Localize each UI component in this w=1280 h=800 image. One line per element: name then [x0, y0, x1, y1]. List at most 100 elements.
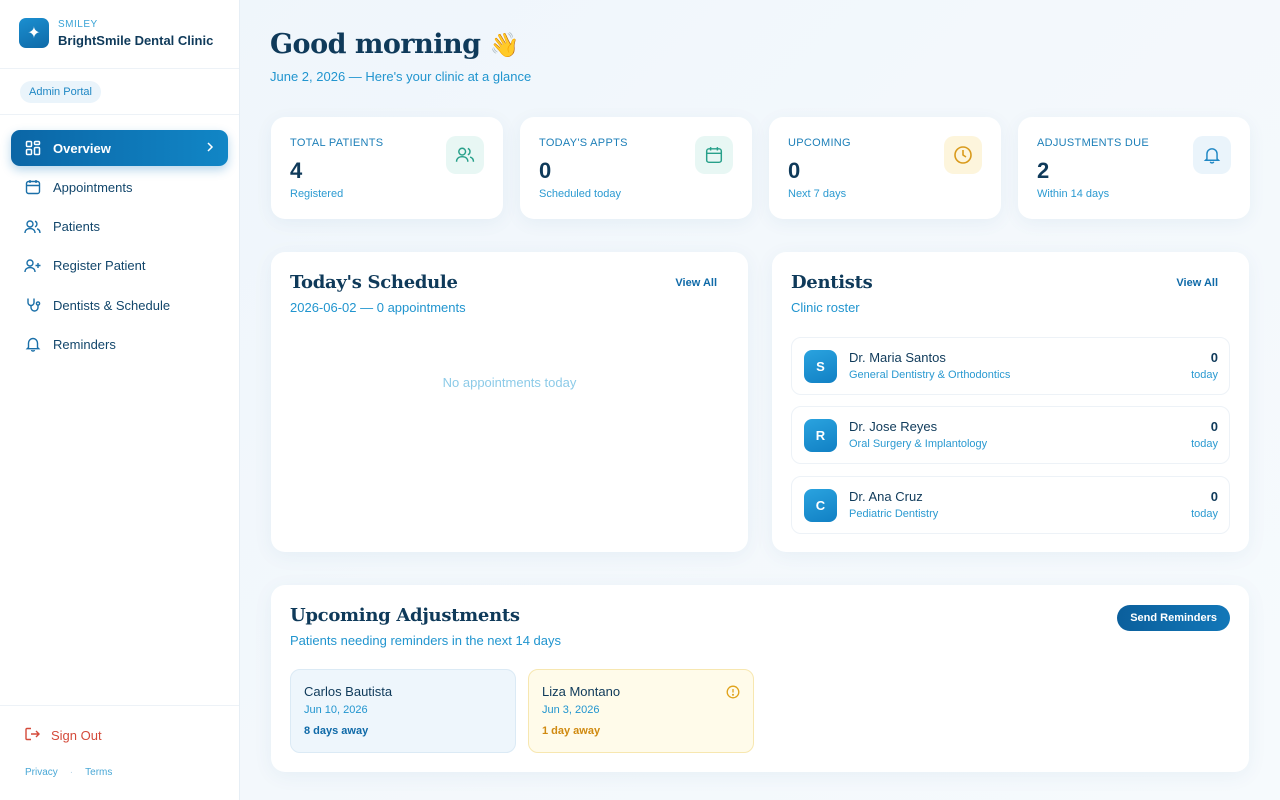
page-subtitle: June 2, 2026 — Here's your clinic at a g…	[270, 69, 532, 84]
separator-dot: ·	[69, 767, 74, 778]
days-away: 1 day away	[542, 725, 601, 737]
stat-label: UPCOMING	[788, 137, 851, 149]
dentist-specialty: Oral Surgery & Implantology	[849, 438, 988, 450]
dentist-name: Dr. Maria Santos	[849, 350, 946, 365]
divider	[0, 68, 239, 69]
dentist-specialty: General Dentistry & Orthodontics	[849, 369, 1011, 381]
bell-icon	[1193, 136, 1231, 174]
stat-value: 0	[788, 158, 801, 183]
dentist-name: Dr. Ana Cruz	[849, 489, 923, 504]
sidebar-item-overview[interactable]: Overview	[11, 130, 228, 166]
sidebar-item-label: Reminders	[53, 336, 116, 352]
calendar-icon	[695, 136, 733, 174]
view-all-link[interactable]: View All	[675, 277, 717, 289]
logout-icon	[24, 726, 41, 745]
sidebar-item-label: Register Patient	[53, 258, 146, 274]
dentist-row[interactable]: R Dr. Jose Reyes Oral Surgery & Implanto…	[791, 406, 1230, 464]
sidebar-nav: Overview Appointments Patients Register …	[11, 130, 228, 366]
dentist-row[interactable]: C Dr. Ana Cruz Pediatric Dentistry 0 tod…	[791, 476, 1230, 534]
patient-name: Carlos Bautista	[304, 684, 393, 699]
stat-value: 4	[290, 158, 303, 183]
sidebar-item-label: Patients	[53, 219, 100, 235]
page-title: Good morning 👋	[270, 29, 519, 60]
upcoming-adjustments-card: Upcoming Adjustments Patients needing re…	[271, 585, 1249, 772]
sidebar-item-register-patient[interactable]: Register Patient	[11, 248, 228, 284]
send-reminders-button[interactable]: Send Reminders	[1117, 605, 1230, 631]
footer-links: Privacy · Terms	[25, 767, 112, 778]
adjustment-item[interactable]: Liza Montano Jun 3, 2026 1 day away	[528, 669, 754, 753]
adjustment-date: Jun 10, 2026	[304, 704, 368, 716]
dentist-specialty: Pediatric Dentistry	[849, 508, 939, 520]
card-title: Today's Schedule	[290, 272, 458, 293]
sign-out-label: Sign Out	[51, 728, 102, 743]
stat-card-upcoming[interactable]: UPCOMING 0 Next 7 days	[769, 117, 1001, 219]
todays-schedule-card: Today's Schedule 2026-06-02 — 0 appointm…	[271, 252, 748, 552]
stat-card-todays-appts[interactable]: TODAY'S APPTS 0 Scheduled today	[520, 117, 752, 219]
card-title: Upcoming Adjustments	[290, 605, 520, 626]
calendar-icon	[24, 179, 41, 196]
appointment-count: 0	[1210, 350, 1218, 365]
sidebar-item-dentists-schedule[interactable]: Dentists & Schedule	[11, 287, 228, 323]
divider	[0, 705, 239, 706]
stat-label: TOTAL PATIENTS	[290, 137, 384, 149]
bell-icon	[24, 336, 41, 353]
adjustment-date: Jun 3, 2026	[542, 704, 600, 716]
days-away: 8 days away	[304, 725, 369, 737]
count-unit: today	[1191, 369, 1218, 381]
stat-note: Within 14 days	[1037, 188, 1110, 200]
sidebar-item-patients[interactable]: Patients	[11, 209, 228, 245]
alert-circle-icon	[726, 685, 740, 699]
user-plus-icon	[24, 257, 41, 274]
terms-link[interactable]: Terms	[85, 767, 112, 778]
card-subtitle: 2026-06-02 — 0 appointments	[290, 300, 466, 315]
avatar: R	[804, 419, 837, 452]
sidebar-item-label: Overview	[53, 140, 111, 156]
sidebar: ✦ SMILEY BrightSmile Dental Clinic Admin…	[0, 0, 240, 800]
sparkle-logo-icon: ✦	[19, 18, 49, 48]
brand-name: BrightSmile Dental Clinic	[58, 32, 214, 48]
clock-icon	[944, 136, 982, 174]
portal-badge: Admin Portal	[20, 81, 101, 103]
greeting-text: Good morning	[270, 29, 481, 60]
brand-subtitle: SMILEY	[58, 18, 98, 30]
wave-emoji: 👋	[489, 30, 519, 59]
sidebar-item-label: Appointments	[53, 179, 133, 195]
users-icon	[24, 218, 41, 235]
sidebar-item-reminders[interactable]: Reminders	[11, 326, 228, 362]
avatar: S	[804, 350, 837, 383]
dentists-card: Dentists Clinic roster View All S Dr. Ma…	[772, 252, 1249, 552]
avatar: C	[804, 489, 837, 522]
stat-note: Registered	[290, 188, 344, 200]
stat-value: 0	[539, 158, 552, 183]
card-title: Dentists	[791, 272, 873, 293]
stat-note: Scheduled today	[539, 188, 621, 200]
empty-state: No appointments today	[442, 375, 577, 390]
appointment-count: 0	[1210, 489, 1218, 504]
dentist-name: Dr. Jose Reyes	[849, 419, 938, 434]
stat-label: TODAY'S APPTS	[539, 137, 628, 149]
patient-name: Liza Montano	[542, 684, 621, 699]
stat-label: ADJUSTMENTS DUE	[1037, 137, 1150, 149]
stat-value: 2	[1037, 158, 1050, 183]
grid-icon	[24, 140, 41, 157]
adjustment-item[interactable]: Carlos Bautista Jun 10, 2026 8 days away	[290, 669, 516, 753]
sidebar-item-appointments[interactable]: Appointments	[11, 169, 228, 205]
appointment-count: 0	[1210, 419, 1218, 434]
view-all-link[interactable]: View All	[1176, 277, 1218, 289]
count-unit: today	[1191, 508, 1218, 520]
divider	[0, 114, 239, 115]
stat-card-adjustments-due[interactable]: ADJUSTMENTS DUE 2 Within 14 days	[1018, 117, 1250, 219]
sign-out-button[interactable]: Sign Out	[24, 726, 102, 745]
users-icon	[446, 136, 484, 174]
privacy-link[interactable]: Privacy	[25, 767, 58, 778]
stethoscope-icon	[24, 297, 41, 314]
dentist-row[interactable]: S Dr. Maria Santos General Dentistry & O…	[791, 337, 1230, 395]
brand[interactable]: ✦ SMILEY BrightSmile Dental Clinic	[19, 18, 213, 48]
count-unit: today	[1191, 438, 1218, 450]
card-subtitle: Clinic roster	[791, 300, 860, 315]
card-subtitle: Patients needing reminders in the next 1…	[290, 633, 562, 648]
stat-note: Next 7 days	[788, 188, 847, 200]
chevron-right-icon	[206, 141, 214, 155]
sidebar-item-label: Dentists & Schedule	[53, 297, 171, 313]
stat-card-total-patients[interactable]: TOTAL PATIENTS 4 Registered	[271, 117, 503, 219]
